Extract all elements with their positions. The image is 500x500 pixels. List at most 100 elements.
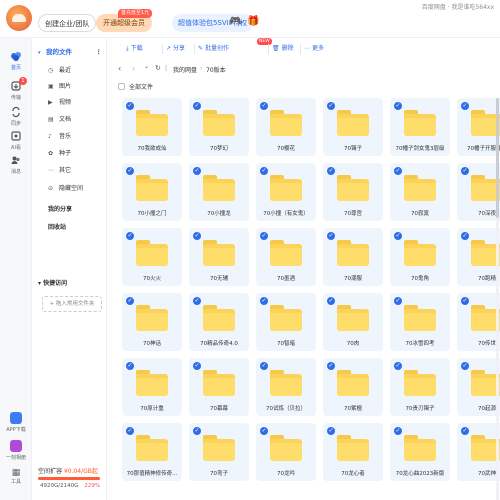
download-button[interactable]: ⤓ 下载 (126, 43, 143, 55)
rail-item-sync[interactable]: 同步 (0, 106, 32, 127)
share-button[interactable]: ↗ 分享 (166, 43, 185, 55)
gift-icon[interactable]: 🎁 (247, 16, 259, 28)
selected-check-icon[interactable]: ✓ (126, 362, 134, 370)
sidebar-item-torrents[interactable]: ✿ 种子 (48, 147, 104, 161)
folder-tile[interactable]: ✓ 70火火 (122, 228, 182, 286)
selected-check-icon[interactable]: ✓ (260, 297, 268, 305)
sidebar-item-images[interactable]: ▣ 图片 (48, 80, 104, 94)
selected-check-icon[interactable]: ✓ (327, 427, 335, 435)
folder-tile[interactable]: ✓ 70幡子剑女鬼3层级 (390, 98, 450, 156)
my-files-header[interactable]: ▾ 我的文件 ⋮ (38, 46, 104, 58)
folder-tile[interactable]: ✓ 70樱花 (256, 98, 316, 156)
history-dropdown-icon[interactable]: ⌄ (144, 63, 149, 70)
breadcrumb-root[interactable]: 我的网盘 (173, 65, 197, 74)
folder-tile[interactable]: ✓ 70神话 (122, 293, 182, 351)
app-download-item[interactable]: APP下载 (4, 412, 28, 433)
selected-check-icon[interactable]: ✓ (126, 102, 134, 110)
folder-tile[interactable]: ✓ 70龙吟 (256, 423, 316, 481)
sidebar-item-others[interactable]: ⋯ 其它 (48, 164, 104, 178)
folder-tile[interactable]: ✓ 70试炼（贝拉） (256, 358, 316, 416)
folder-tile[interactable]: ✓ 70小撞龙 (189, 163, 249, 221)
vertical-scrollbar[interactable] (496, 98, 499, 500)
folder-tile[interactable]: ✓ 70冰雪四考 (390, 293, 450, 351)
selected-check-icon[interactable]: ✓ (327, 167, 335, 175)
select-all-checkbox[interactable]: 全部文件 (118, 82, 153, 91)
rail-item-home[interactable]: 首页 (0, 50, 32, 71)
selected-check-icon[interactable]: ✓ (461, 102, 469, 110)
selected-check-icon[interactable]: ✓ (193, 167, 201, 175)
folder-tile[interactable]: ✓ 70紫檀 (323, 358, 383, 416)
sidebar-item-docs[interactable]: ▤ 文档 (48, 113, 104, 127)
selected-check-icon[interactable]: ✓ (193, 102, 201, 110)
folder-tile[interactable]: ✓ 70潮服 (323, 228, 383, 286)
delete-button[interactable]: 🗑 删除 (272, 43, 294, 55)
sidebar-item-music[interactable]: ♪ 音乐 (48, 130, 104, 144)
selected-check-icon[interactable]: ✓ (327, 297, 335, 305)
selected-check-icon[interactable]: ✓ (461, 232, 469, 240)
selected-check-icon[interactable]: ✓ (327, 362, 335, 370)
folder-tile[interactable]: ✓ 70小撞（有女鬼） (256, 163, 316, 221)
selected-check-icon[interactable]: ✓ (394, 232, 402, 240)
add-quick-folder-button[interactable]: + 拖入常用文件夹 (42, 296, 102, 312)
folder-tile[interactable]: ✓ 70精品传奇4.0 (189, 293, 249, 351)
selected-check-icon[interactable]: ✓ (461, 297, 469, 305)
folder-tile[interactable]: ✓ 70尊宫 (323, 163, 383, 221)
folder-tile[interactable]: ✓ 70传世 (457, 293, 500, 351)
more-options-icon[interactable]: ⋮ (96, 46, 103, 58)
selected-check-icon[interactable]: ✓ (193, 297, 201, 305)
batch-create-button[interactable]: ✎ 批量创作 (198, 43, 229, 55)
folder-tile[interactable]: ✓ 70镯子 (323, 98, 383, 156)
sidebar-item-recycle[interactable]: 回收站 (48, 222, 66, 231)
folder-tile[interactable]: ✓ 70那值精神修传奇... (122, 423, 182, 481)
folder-tile[interactable]: ✓ 70墨酒 (256, 228, 316, 286)
folder-tile[interactable]: ✓ 70寂寞 (390, 163, 450, 221)
back-arrow-icon[interactable]: ‹ (118, 64, 121, 73)
folder-tile[interactable]: ✓ 70鬼角 (390, 228, 450, 286)
folder-tile[interactable]: ✓ 70弯子 (189, 423, 249, 481)
selected-check-icon[interactable]: ✓ (461, 167, 469, 175)
sidebar-item-hidden[interactable]: ⊝ 隐藏空间 (48, 182, 104, 196)
breadcrumb-current[interactable]: 70版本 (206, 65, 226, 74)
selected-check-icon[interactable]: ✓ (394, 102, 402, 110)
folder-tile[interactable]: ✓ 70武神 (457, 423, 500, 481)
refresh-icon[interactable]: ↻ (155, 64, 161, 72)
rail-item-message[interactable]: 消息 (0, 154, 32, 175)
folder-tile[interactable]: ✓ 70龙心曲2023新版 (390, 423, 450, 481)
storage-upgrade-link[interactable]: 空间扩容 ¥0.04/GB起 (38, 466, 98, 475)
selected-check-icon[interactable]: ✓ (126, 167, 134, 175)
folder-tile[interactable]: ✓ 70无辅 (189, 228, 249, 286)
selected-check-icon[interactable]: ✓ (193, 427, 201, 435)
selected-check-icon[interactable]: ✓ (461, 362, 469, 370)
forward-arrow-icon[interactable]: › (132, 64, 135, 73)
folder-tile[interactable]: ✓ 70原计重 (122, 358, 182, 416)
baidu-netdisk-logo-icon[interactable] (6, 5, 32, 31)
create-team-button[interactable]: 创建企业/团队 (38, 14, 97, 32)
selected-check-icon[interactable]: ✓ (394, 167, 402, 175)
folder-tile[interactable]: ✓ 70我欲成仙 (122, 98, 182, 156)
sidebar-item-my-share[interactable]: 我的分享 (48, 204, 72, 213)
selected-check-icon[interactable]: ✓ (394, 362, 402, 370)
selected-check-icon[interactable]: ✓ (193, 232, 201, 240)
game-icon[interactable]: 🎮 (229, 16, 241, 28)
selected-check-icon[interactable]: ✓ (193, 362, 201, 370)
folder-tile[interactable]: ✓ 70贵刃镯子 (390, 358, 450, 416)
folder-tile[interactable]: ✓ 70跑精 (457, 228, 500, 286)
folder-tile[interactable]: ✓ 70小撞之门 (122, 163, 182, 221)
selected-check-icon[interactable]: ✓ (260, 232, 268, 240)
folder-tile[interactable]: ✓ 70肉 (323, 293, 383, 351)
rail-item-ai[interactable]: AI看 (0, 130, 32, 151)
folder-tile[interactable]: ✓ 70智暗 (256, 293, 316, 351)
selected-check-icon[interactable]: ✓ (260, 362, 268, 370)
folder-tile[interactable]: ✓ 70梦幻 (189, 98, 249, 156)
folder-tile[interactable]: ✓ 70龙心者 (323, 423, 383, 481)
selected-check-icon[interactable]: ✓ (394, 297, 402, 305)
album-app-item[interactable]: 一刻相册 (4, 440, 28, 461)
scrollbar-thumb[interactable] (496, 98, 499, 218)
selected-check-icon[interactable]: ✓ (260, 102, 268, 110)
tools-item[interactable]: ▦ 工具 (4, 468, 28, 485)
sidebar-item-videos[interactable]: ▶ 视频 (48, 96, 104, 110)
selected-check-icon[interactable]: ✓ (126, 297, 134, 305)
folder-tile[interactable]: ✓ 70起源 (457, 358, 500, 416)
selected-check-icon[interactable]: ✓ (126, 427, 134, 435)
selected-check-icon[interactable]: ✓ (327, 232, 335, 240)
